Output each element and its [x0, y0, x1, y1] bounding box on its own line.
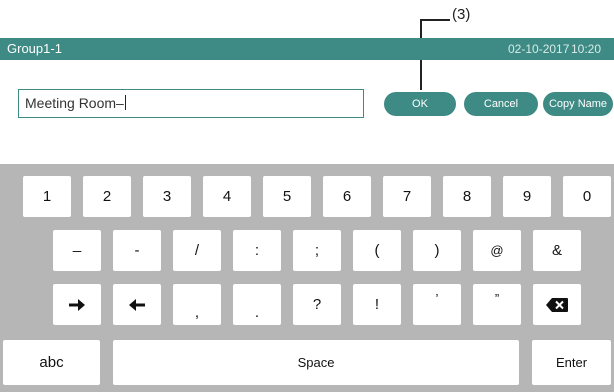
copy-name-button[interactable]: Copy Name	[543, 92, 613, 116]
callout-line-horizontal	[420, 19, 450, 21]
key-4[interactable]: 4	[203, 176, 251, 217]
key-underscore-label: _	[72, 236, 82, 253]
callout-label: (3)	[452, 6, 471, 23]
key-hyphen[interactable]: -	[113, 230, 161, 271]
key-8[interactable]: 8	[443, 176, 491, 217]
name-input[interactable]: Meeting Room–	[18, 89, 364, 118]
date-display: 02-10-2017	[508, 42, 570, 56]
screen: (3) Group1-1 02-10-2017 10:20 Meeting Ro…	[0, 0, 614, 392]
key-6[interactable]: 6	[323, 176, 371, 217]
key-question[interactable]: ?	[293, 284, 341, 325]
key-at[interactable]: @	[473, 230, 521, 271]
key-period-label: .	[254, 304, 260, 321]
key-9[interactable]: 9	[503, 176, 551, 217]
space-key[interactable]: Space	[113, 340, 519, 385]
group-title: Group1-1	[7, 41, 62, 56]
ok-button[interactable]: OK	[384, 92, 456, 116]
key-7[interactable]: 7	[383, 176, 431, 217]
cursor-right-key[interactable]	[53, 284, 101, 325]
key-apostrophe-label: ’	[435, 291, 439, 306]
key-semicolon[interactable]: ;	[293, 230, 341, 271]
key-quote-label: ”	[494, 291, 500, 306]
abc-key[interactable]: abc	[3, 340, 100, 385]
text-caret	[124, 95, 126, 110]
key-exclamation[interactable]: !	[353, 284, 401, 325]
title-bar: Group1-1 02-10-2017 10:20	[0, 38, 614, 60]
key-period[interactable]: .	[233, 284, 281, 325]
key-3[interactable]: 3	[143, 176, 191, 217]
key-slash[interactable]: /	[173, 230, 221, 271]
cancel-button[interactable]: Cancel	[464, 92, 538, 116]
key-close-paren[interactable]: )	[413, 230, 461, 271]
arrow-right-icon	[69, 298, 85, 311]
key-quote[interactable]: ”	[473, 284, 521, 325]
key-1[interactable]: 1	[23, 176, 71, 217]
key-2[interactable]: 2	[83, 176, 131, 217]
key-5[interactable]: 5	[263, 176, 311, 217]
on-screen-keyboard: 1 2 3 4 5 6 7 8 9 0 _ - / : ; ( ) @ & , …	[0, 164, 614, 392]
time-display: 10:20	[571, 42, 602, 56]
key-underscore[interactable]: _	[53, 230, 101, 271]
arrow-left-icon	[129, 298, 145, 311]
backspace-icon	[546, 297, 568, 312]
key-ampersand[interactable]: &	[533, 230, 581, 271]
cursor-left-key[interactable]	[113, 284, 161, 325]
key-comma-label: ,	[194, 304, 200, 321]
enter-key[interactable]: Enter	[532, 340, 611, 385]
backspace-key[interactable]	[533, 284, 581, 325]
name-input-value: Meeting Room–	[25, 95, 124, 111]
key-open-paren[interactable]: (	[353, 230, 401, 271]
key-apostrophe[interactable]: ’	[413, 284, 461, 325]
key-colon[interactable]: :	[233, 230, 281, 271]
key-0[interactable]: 0	[563, 176, 611, 217]
key-comma[interactable]: ,	[173, 284, 221, 325]
